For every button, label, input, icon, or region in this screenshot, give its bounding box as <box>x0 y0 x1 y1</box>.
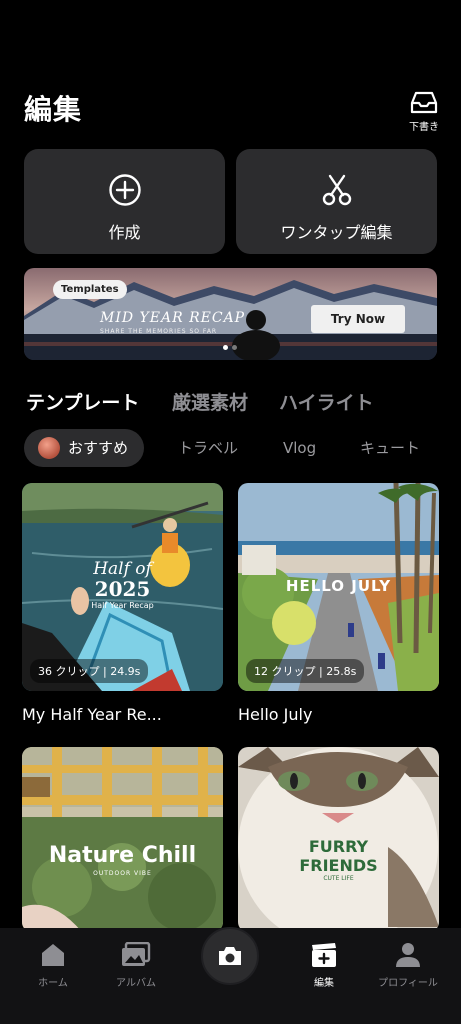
inbox-tray-icon <box>410 91 438 114</box>
chip-vlog[interactable]: Vlog <box>283 429 316 467</box>
create-button[interactable]: 作成 <box>24 149 225 254</box>
banner-title: MID YEAR RECAP <box>100 310 246 326</box>
nav-home-label: ホーム <box>38 978 68 989</box>
page-title: 編集 <box>24 93 83 126</box>
nav-edit-label: 編集 <box>314 978 334 989</box>
nav-edit[interactable]: 編集 <box>284 942 364 989</box>
clip-count-badge: 36 クリップ | 24.9s <box>30 659 149 683</box>
nav-album[interactable]: アルバム <box>96 942 176 989</box>
tab-curated-materials[interactable]: 厳選素材 <box>172 388 248 415</box>
camera-icon <box>219 947 241 965</box>
nav-profile[interactable]: プロフィール <box>368 942 448 989</box>
banner-dot <box>232 345 237 350</box>
template-title: My Half Year Re... <box>22 705 162 724</box>
template-card[interactable]: FURRY FRIENDS CUTE LIFE <box>238 747 439 932</box>
chip-recommended[interactable]: おすすめ <box>24 429 145 467</box>
tab-templates[interactable]: テンプレート <box>26 388 139 415</box>
scissors-icon <box>322 174 351 206</box>
template-card[interactable]: Nature Chill OUTDOOR VIBE <box>22 747 223 932</box>
album-icon <box>122 942 151 966</box>
card-overlay-line3: Half Year Recap <box>91 601 154 610</box>
chip-travel[interactable]: トラベル <box>178 429 238 467</box>
create-label: 作成 <box>108 223 141 242</box>
nav-album-label: アルバム <box>116 978 156 989</box>
templates-banner[interactable]: Templates MID YEAR RECAP SHARE THE MEMOR… <box>24 268 437 360</box>
plus-circle-icon <box>108 174 141 206</box>
one-tap-edit-label: ワンタップ編集 <box>280 223 393 242</box>
card-overlay-line1: Half of <box>93 559 152 579</box>
chip-label: おすすめ <box>68 439 129 457</box>
nav-profile-label: プロフィール <box>378 978 438 989</box>
card-overlay-line2: 2025 <box>94 577 151 601</box>
card-overlay-line1: FURRY <box>308 837 369 856</box>
card-overlay-line2: OUTDOOR VIBE <box>93 870 152 877</box>
template-thumbnail: FURRY FRIENDS CUTE LIFE <box>238 747 439 932</box>
nav-home[interactable]: ホーム <box>13 942 93 989</box>
header: 編集 下書き <box>0 0 461 145</box>
banner-tag: Templates <box>53 280 127 299</box>
template-card[interactable]: Half of 2025 Half Year Recap 36 クリップ | 2… <box>22 483 223 724</box>
card-overlay: Nature Chill OUTDOOR VIBE <box>22 843 223 877</box>
banner-subtitle: SHARE THE MEMORIES SO FAR <box>100 328 218 335</box>
one-tap-edit-button[interactable]: ワンタップ編集 <box>236 149 437 254</box>
clapper-plus-icon <box>312 943 336 967</box>
template-title: Hello July <box>238 705 313 724</box>
clip-count-badge: 12 クリップ | 25.8s <box>246 659 365 683</box>
card-overlay-line1: Nature Chill <box>48 843 197 868</box>
recommended-fruit-icon <box>38 437 60 459</box>
card-overlay: HELLO JULY <box>238 577 439 595</box>
banner-dot-active <box>223 345 228 350</box>
home-icon <box>42 944 64 966</box>
bottom-navigation: ホーム アルバム 編集 プロフィール <box>0 927 461 1024</box>
template-card[interactable]: HELLO JULY 12 クリップ | 25.8s Hello July <box>238 483 439 724</box>
card-overlay: FURRY FRIENDS CUTE LIFE <box>238 837 439 882</box>
filter-chips: おすすめ トラベル Vlog キュート <box>24 429 461 467</box>
person-icon <box>396 943 420 967</box>
card-overlay-line1: HELLO JULY <box>285 577 392 595</box>
camera-button[interactable] <box>201 927 259 985</box>
template-thumbnail: Half of 2025 Half Year Recap 36 クリップ | 2… <box>22 483 223 691</box>
drafts-button[interactable]: 下書き <box>404 90 444 133</box>
tab-highlights[interactable]: ハイライト <box>279 388 374 415</box>
card-overlay-line3: CUTE LIFE <box>323 875 354 882</box>
template-thumbnail: HELLO JULY 12 クリップ | 25.8s <box>238 483 439 691</box>
template-thumbnail: Nature Chill OUTDOOR VIBE <box>22 747 223 932</box>
try-now-button[interactable]: Try Now <box>311 305 405 333</box>
card-overlay-line2: FRIENDS <box>299 856 378 875</box>
drafts-label: 下書き <box>409 122 439 133</box>
chip-cute[interactable]: キュート <box>360 429 420 467</box>
card-overlay: Half of 2025 Half Year Recap <box>22 559 223 610</box>
